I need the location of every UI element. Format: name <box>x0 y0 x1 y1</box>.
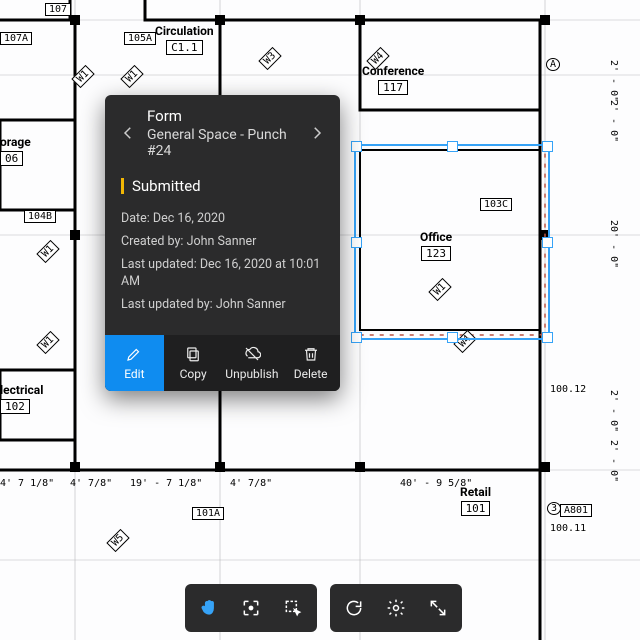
room-retail: Retail 101 <box>460 485 491 516</box>
room-circulation: Circulation C1.1 <box>155 24 214 55</box>
multi-select-icon <box>283 598 303 618</box>
unpublish-icon <box>243 345 261 363</box>
form-detail-card: Form General Space - Punch #24 Submitted… <box>105 95 340 391</box>
dim-3: 19' - 7 1/8" <box>130 478 202 489</box>
dim-2: 4' 7/8" <box>70 478 112 489</box>
tools-toolbar <box>330 584 462 632</box>
dim-v3: 20' - 0" <box>608 220 619 268</box>
prev-form-button[interactable] <box>119 124 137 142</box>
card-title: Form <box>147 107 298 125</box>
dim-v4: 2' - 0" <box>608 390 619 432</box>
dim-v5: 2' - 0" <box>608 440 619 482</box>
center-icon <box>241 598 261 618</box>
edit-button[interactable]: Edit <box>105 335 164 391</box>
rotate-icon <box>344 598 364 618</box>
resize-handle-nw[interactable] <box>351 141 362 152</box>
tag-A: A <box>546 58 560 71</box>
tag-A801: A801 <box>560 504 592 517</box>
room-electrical: lectrical 102 <box>0 383 43 414</box>
pencil-icon <box>125 345 143 363</box>
trash-icon <box>302 345 320 363</box>
dim-v1: 2' - 0" <box>608 60 619 102</box>
fullscreen-icon <box>428 598 448 618</box>
status-label: Submitted <box>132 177 201 195</box>
tag-10012: 100.12 <box>547 384 589 395</box>
pan-button[interactable] <box>191 590 227 626</box>
multi-select-button[interactable] <box>275 590 311 626</box>
resize-handle-n[interactable] <box>447 141 458 152</box>
settings-button[interactable] <box>378 590 414 626</box>
card-meta: Date: Dec 16, 2020 Created by: John Sann… <box>105 197 340 335</box>
room-storage: orage 06 <box>0 135 31 166</box>
dim-1: 4' 7 1/8" <box>0 478 54 489</box>
fullscreen-button[interactable] <box>420 590 456 626</box>
resize-handle-se[interactable] <box>542 332 553 343</box>
tag-107: 107 <box>45 3 71 16</box>
delete-button[interactable]: Delete <box>281 335 340 391</box>
resize-handle-sw[interactable] <box>351 332 362 343</box>
resize-handle-w[interactable] <box>351 237 362 248</box>
status-color-bar <box>121 178 124 194</box>
copy-button[interactable]: Copy <box>164 335 223 391</box>
tag-104b: 104B <box>24 210 56 223</box>
unpublish-button[interactable]: Unpublish <box>223 335 282 391</box>
card-subtitle: General Space - Punch #24 <box>147 127 298 159</box>
tag-105a: 105A <box>124 32 156 45</box>
resize-handle-e[interactable] <box>542 237 553 248</box>
tag-3: 3 <box>547 502 561 515</box>
rotate-button[interactable] <box>336 590 372 626</box>
room-conference: Conference 117 <box>362 64 424 95</box>
dim-4: 4' 7/8" <box>230 478 272 489</box>
hand-icon <box>199 598 219 618</box>
tag-10011: 100.11 <box>547 523 589 534</box>
resize-handle-s[interactable] <box>447 332 458 343</box>
copy-icon <box>184 345 202 363</box>
dim-5: 40' - 9 5/8" <box>400 478 472 489</box>
center-button[interactable] <box>233 590 269 626</box>
gear-icon <box>386 598 406 618</box>
tag-107a: 107A <box>0 32 32 45</box>
dim-v2: 2' - 0" <box>608 100 619 142</box>
next-form-button[interactable] <box>308 124 326 142</box>
selection-box[interactable] <box>354 144 550 340</box>
tag-101a: 101A <box>192 507 224 520</box>
view-toolbar <box>185 584 317 632</box>
resize-handle-ne[interactable] <box>542 141 553 152</box>
